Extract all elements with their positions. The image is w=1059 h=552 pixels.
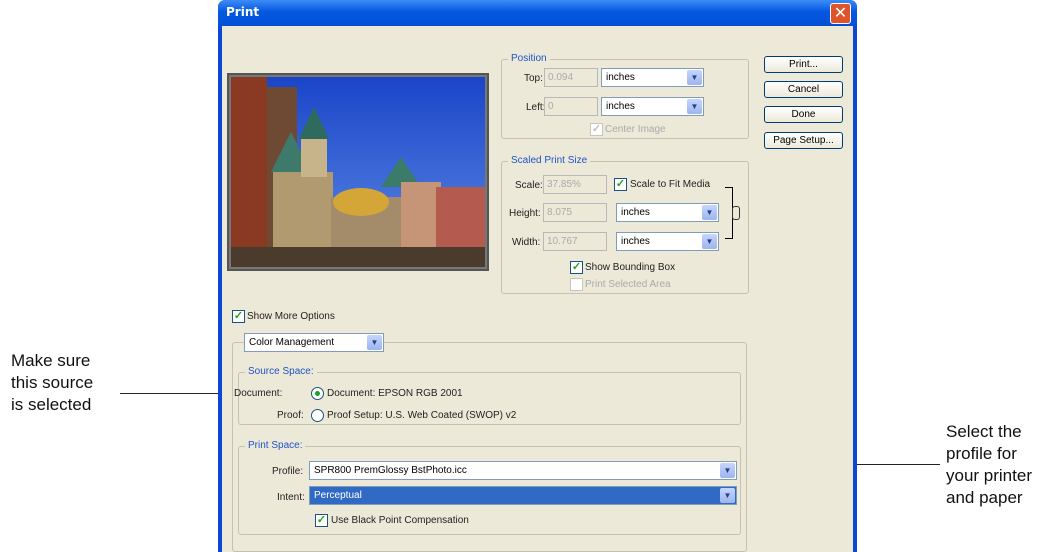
chevron-down-icon: ▼ bbox=[720, 488, 735, 503]
show-bounding-box-label: Show Bounding Box bbox=[585, 262, 676, 273]
scale-label: Scale: bbox=[515, 180, 543, 191]
title-bar: Print ✕ bbox=[218, 0, 857, 26]
scale-to-fit-checkbox[interactable]: ✓ bbox=[614, 178, 627, 191]
scale-to-fit-label: Scale to Fit Media bbox=[630, 179, 711, 190]
document-option-label: Document: EPSON RGB 2001 bbox=[327, 388, 463, 399]
position-group-title: Position bbox=[508, 53, 550, 64]
scale-field[interactable]: 37.85% bbox=[543, 175, 607, 194]
proof-radio[interactable] bbox=[311, 409, 324, 422]
options-select[interactable]: Color Management ▼ bbox=[244, 333, 384, 352]
left-label: Left: bbox=[526, 102, 546, 113]
top-unit-select[interactable]: inches ▼ bbox=[601, 68, 704, 87]
top-label: Top: bbox=[524, 73, 543, 84]
print-selected-area-label: Print Selected Area bbox=[585, 279, 671, 290]
print-space-title: Print Space: bbox=[245, 440, 306, 451]
chevron-down-icon: ▼ bbox=[702, 234, 717, 249]
width-label: Width: bbox=[512, 237, 541, 248]
show-more-options-label: Show More Options bbox=[247, 311, 335, 322]
chevron-down-icon: ▼ bbox=[687, 99, 702, 114]
height-unit-select[interactable]: inches ▼ bbox=[616, 203, 719, 222]
left-field[interactable]: 0 bbox=[544, 97, 598, 116]
black-point-label: Use Black Point Compensation bbox=[331, 515, 469, 526]
dialog-client: Position Top: 0.094 inches ▼ Left: 0 inch… bbox=[222, 26, 853, 552]
intent-select[interactable]: Perceptual ▼ bbox=[309, 486, 737, 505]
center-image-label: Center Image bbox=[605, 124, 666, 135]
intent-label: Intent: bbox=[277, 492, 305, 503]
black-point-checkbox[interactable]: ✓ bbox=[315, 514, 328, 527]
right-callout: Select the profile for your printer and … bbox=[946, 422, 1032, 507]
show-bounding-box-checkbox[interactable]: ✓ bbox=[570, 261, 583, 274]
width-field[interactable]: 10.767 bbox=[543, 232, 607, 251]
profile-label: Profile: bbox=[272, 466, 304, 477]
page-setup-button[interactable]: Page Setup... bbox=[764, 132, 843, 149]
document-label: Document: bbox=[234, 388, 283, 399]
print-dialog: Print ✕ Position Top: 0.094 inches ▼ Lef… bbox=[218, 0, 857, 552]
dialog-title: Print bbox=[226, 5, 260, 19]
proof-label: Proof: bbox=[277, 410, 304, 421]
height-label: Height: bbox=[509, 208, 541, 219]
center-image-checkbox[interactable]: ✓ bbox=[590, 123, 603, 136]
proof-option-label: Proof Setup: U.S. Web Coated (SWOP) v2 bbox=[327, 410, 517, 421]
chevron-down-icon: ▼ bbox=[687, 70, 702, 85]
profile-select[interactable]: SPR800 PremGlossy BstPhoto.icc ▼ bbox=[309, 461, 737, 480]
cancel-button[interactable]: Cancel bbox=[764, 81, 843, 98]
scaled-print-size-title: Scaled Print Size bbox=[508, 155, 591, 166]
left-unit-select[interactable]: inches ▼ bbox=[601, 97, 704, 116]
close-icon[interactable]: ✕ bbox=[830, 3, 851, 24]
source-space-title: Source Space: bbox=[245, 366, 317, 377]
show-more-options-checkbox[interactable]: ✓ bbox=[232, 310, 245, 323]
chevron-down-icon: ▼ bbox=[702, 205, 717, 220]
castle-photo bbox=[231, 77, 485, 267]
chevron-down-icon: ▼ bbox=[367, 335, 382, 350]
chain-link-icon[interactable] bbox=[732, 206, 740, 220]
top-field[interactable]: 0.094 bbox=[544, 68, 598, 87]
width-unit-select[interactable]: inches ▼ bbox=[616, 232, 719, 251]
print-selected-area-checkbox[interactable] bbox=[570, 278, 583, 291]
print-button[interactable]: Print... bbox=[764, 56, 843, 73]
left-callout: Make sure this source is selected bbox=[11, 351, 94, 414]
chevron-down-icon: ▼ bbox=[720, 463, 735, 478]
print-preview-image bbox=[227, 73, 489, 271]
left-callout-line bbox=[120, 393, 226, 394]
document-radio[interactable] bbox=[311, 387, 324, 400]
done-button[interactable]: Done bbox=[764, 106, 843, 123]
height-field[interactable]: 8.075 bbox=[543, 203, 607, 222]
